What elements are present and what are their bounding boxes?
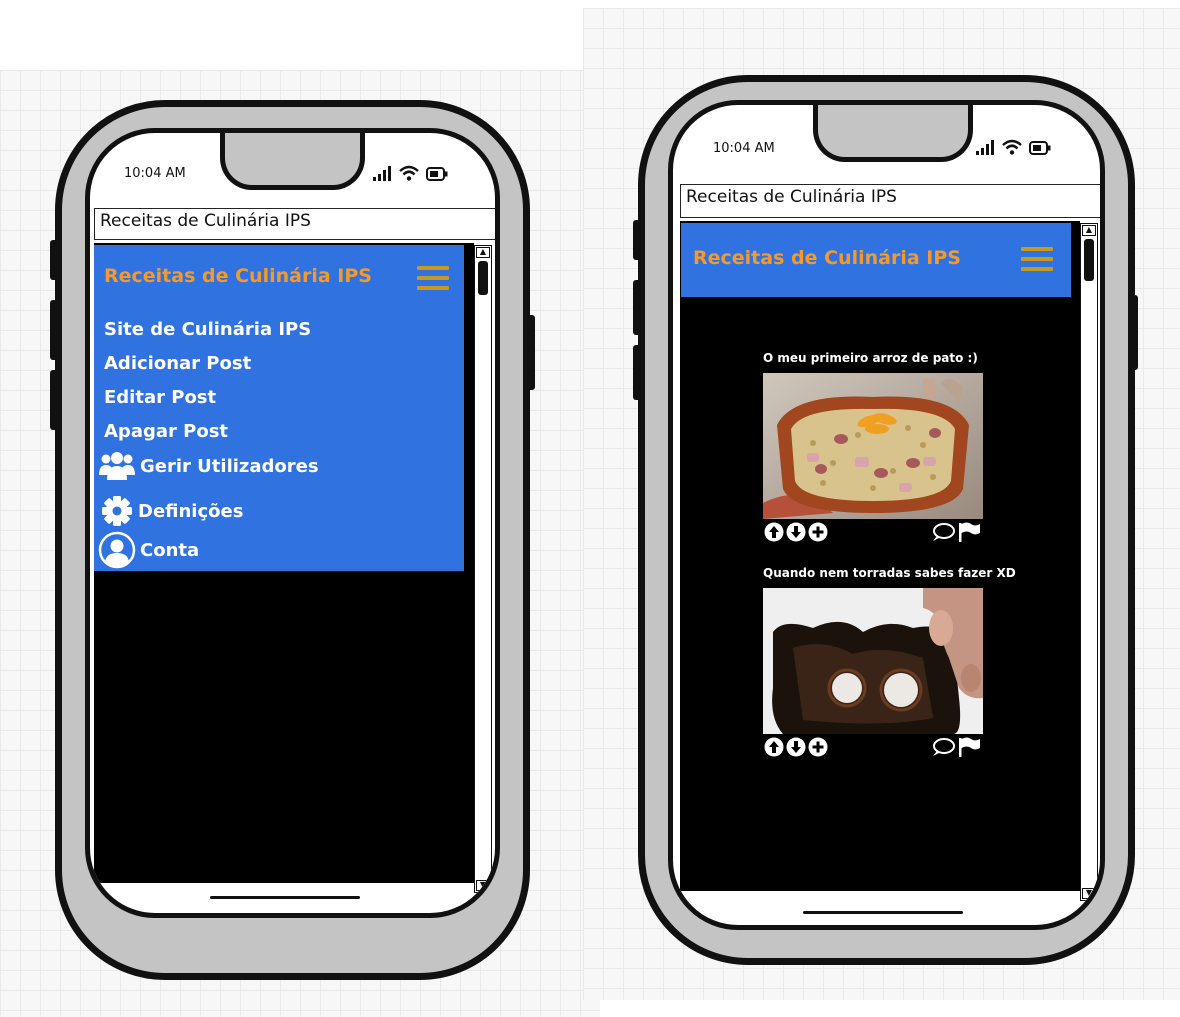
navigation-drawer: Receitas de Culinária IPS Site de Culiná… bbox=[94, 245, 464, 571]
menu-item-label: Site de Culinária IPS bbox=[104, 319, 312, 340]
url-bar[interactable]: Receitas de Culinária IPS bbox=[680, 184, 1100, 218]
menu-item-label: Adicionar Post bbox=[104, 353, 252, 374]
wifi-icon bbox=[1002, 139, 1022, 155]
menu-item-account[interactable]: Conta bbox=[98, 531, 199, 569]
scroll-up-arrow[interactable]: ▲ bbox=[476, 247, 490, 258]
scroll-up-arrow[interactable]: ▲ bbox=[1082, 225, 1096, 236]
hamburger-icon[interactable] bbox=[417, 266, 449, 296]
menu-item-delete-post[interactable]: Apagar Post bbox=[104, 421, 228, 442]
menu-item-add-post[interactable]: Adicionar Post bbox=[104, 353, 251, 374]
left-phone-screen: 10:04 AM Receitas de Culinária IPS Recei… bbox=[85, 128, 500, 918]
burnt-toast-photo[interactable] bbox=[763, 588, 983, 734]
menu-item-label: Editar Post bbox=[104, 387, 217, 408]
app-title: Receitas de Culinária IPS bbox=[104, 265, 372, 287]
menu-item-settings[interactable]: Definições bbox=[100, 495, 243, 527]
flag-icon[interactable] bbox=[957, 737, 981, 757]
battery-icon bbox=[1029, 141, 1051, 155]
comment-icon[interactable] bbox=[931, 737, 955, 757]
upvote-icon[interactable] bbox=[764, 522, 784, 542]
status-time: 10:04 AM bbox=[713, 141, 775, 156]
add-icon[interactable] bbox=[808, 522, 828, 542]
menu-item-label: Apagar Post bbox=[104, 421, 229, 442]
signal-icon bbox=[976, 140, 994, 155]
app-title: Receitas de Culinária IPS bbox=[693, 247, 961, 269]
comment-icon[interactable] bbox=[931, 522, 955, 542]
wifi-icon bbox=[399, 165, 419, 181]
menu-item-edit-post[interactable]: Editar Post bbox=[104, 387, 216, 408]
menu-item-label: Conta bbox=[140, 539, 200, 561]
menu-item-label: Definições bbox=[138, 500, 244, 522]
hamburger-icon[interactable] bbox=[1021, 247, 1053, 277]
duck-rice-photo[interactable] bbox=[763, 373, 983, 519]
right-screen-content bbox=[680, 221, 1080, 891]
status-time: 10:04 AM bbox=[124, 166, 186, 181]
vertical-scrollbar[interactable]: ▲ ▼ bbox=[474, 245, 492, 893]
scroll-thumb[interactable] bbox=[478, 261, 488, 295]
add-icon[interactable] bbox=[808, 737, 828, 757]
menu-item-site[interactable]: Site de Culinária IPS bbox=[104, 319, 311, 340]
scroll-down-arrow[interactable]: ▼ bbox=[476, 880, 490, 891]
status-icons bbox=[372, 165, 448, 181]
upvote-icon[interactable] bbox=[764, 737, 784, 757]
post-feedback-actions bbox=[931, 737, 981, 757]
post-feedback-actions bbox=[931, 522, 981, 542]
flag-icon[interactable] bbox=[957, 522, 981, 542]
left-phone-notch bbox=[220, 133, 365, 190]
post-vote-actions bbox=[764, 737, 828, 757]
home-indicator[interactable] bbox=[803, 911, 963, 914]
status-icons bbox=[975, 139, 1051, 155]
post-vote-actions bbox=[764, 522, 828, 542]
post-title: O meu primeiro arroz de pato :) bbox=[763, 351, 978, 365]
right-phone-notch bbox=[813, 105, 973, 162]
scroll-thumb[interactable] bbox=[1084, 239, 1094, 281]
scroll-down-arrow[interactable]: ▼ bbox=[1082, 888, 1096, 899]
url-bar[interactable]: Receitas de Culinária IPS bbox=[94, 208, 495, 240]
signal-icon bbox=[373, 166, 391, 181]
downvote-icon[interactable] bbox=[786, 737, 806, 757]
user-circle-icon bbox=[98, 531, 136, 569]
app-bar: Receitas de Culinária IPS bbox=[681, 223, 1071, 297]
menu-item-manage-users[interactable]: Gerir Utilizadores bbox=[98, 451, 319, 481]
post-title: Quando nem torradas sabes fazer XD bbox=[763, 566, 1016, 580]
home-indicator[interactable] bbox=[210, 896, 360, 899]
battery-icon bbox=[426, 167, 448, 181]
downvote-icon[interactable] bbox=[786, 522, 806, 542]
users-icon bbox=[99, 452, 135, 480]
gear-icon bbox=[102, 496, 132, 526]
vertical-scrollbar[interactable]: ▲ ▼ bbox=[1080, 223, 1098, 901]
right-phone-screen: 10:04 AM Receitas de Culinária IPS Recei… bbox=[668, 100, 1105, 930]
menu-item-label: Gerir Utilizadores bbox=[140, 455, 319, 477]
